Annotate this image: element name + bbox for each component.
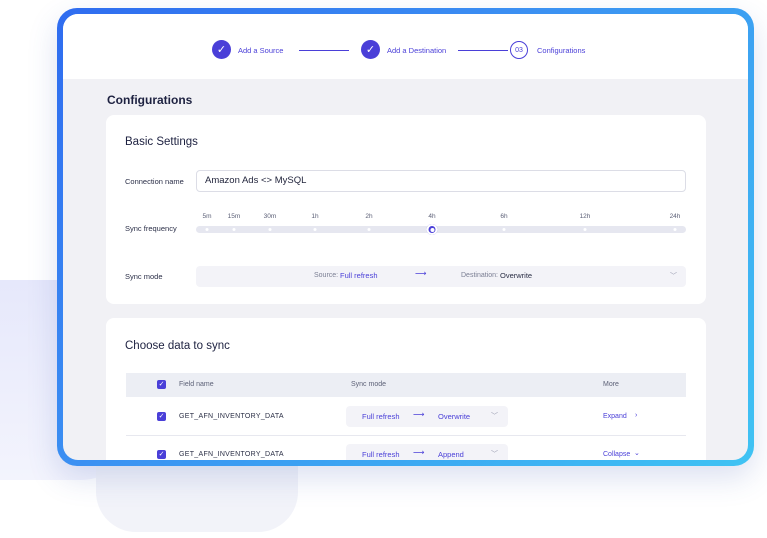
frequency-tick-label: 5m xyxy=(202,213,212,220)
frequency-tick-label: 4h xyxy=(428,213,436,220)
arrow-right-icon: ⟶ xyxy=(415,269,427,278)
frequency-tick-dot[interactable] xyxy=(268,228,272,231)
frequency-tick-label: 6h xyxy=(500,213,508,220)
expand-link[interactable]: Expand xyxy=(603,413,627,420)
chevron-down-icon[interactable]: ﹀ xyxy=(491,411,498,421)
check-icon[interactable]: ✓ xyxy=(212,40,231,59)
step-label-add-destination[interactable]: Add a Destination xyxy=(387,46,446,55)
frequency-tick-label: 15m xyxy=(227,213,241,220)
frequency-tick-dot[interactable] xyxy=(313,228,317,231)
slider-thumb[interactable] xyxy=(426,224,438,235)
frequency-tick-label: 1h xyxy=(311,213,319,220)
frequency-tick-dot[interactable] xyxy=(205,228,209,231)
frequency-tick-dot[interactable] xyxy=(367,228,371,231)
frequency-tick-dot[interactable] xyxy=(583,228,587,231)
frequency-tick-label: 24h xyxy=(669,213,681,220)
frequency-tick-label: 2h xyxy=(365,213,373,220)
frequency-tick-label: 30m xyxy=(263,213,277,220)
check-icon[interactable]: ✓ xyxy=(361,40,380,59)
sync-mode-select[interactable] xyxy=(196,266,686,287)
stepper: ✓ Add a Source ✓ Add a Destination 03 Co… xyxy=(63,14,748,79)
row-checkbox[interactable]: ✓ xyxy=(157,412,166,421)
step-label-add-source[interactable]: Add a Source xyxy=(238,46,283,55)
field-name: GET_AFN_INVENTORY_DATA xyxy=(179,413,284,420)
column-header-more[interactable]: More xyxy=(603,381,619,388)
source-mode-value: Full refresh xyxy=(340,271,378,280)
step-connector xyxy=(458,50,508,51)
column-header-field-name[interactable]: Field name xyxy=(179,381,214,388)
app-window: ✓ Add a Source ✓ Add a Destination 03 Co… xyxy=(63,14,748,460)
row-dest-mode: Append xyxy=(438,450,464,459)
row-source-mode: Full refresh xyxy=(362,412,400,421)
chevron-down-icon[interactable]: ﹀ xyxy=(491,449,498,459)
step-number-badge[interactable]: 03 xyxy=(510,41,528,59)
frequency-tick-label: 12h xyxy=(579,213,591,220)
arrow-right-icon: ⟶ xyxy=(413,410,425,419)
field-name: GET_AFN_INVENTORY_DATA xyxy=(179,451,284,458)
arrow-right-icon: ⟶ xyxy=(413,448,425,457)
app-window-frame: ✓ Add a Source ✓ Add a Destination 03 Co… xyxy=(57,8,754,466)
step-label-configurations[interactable]: Configurations xyxy=(537,46,585,55)
sync-mode-label: Sync mode xyxy=(125,272,163,281)
connection-name-label: Connection name xyxy=(125,177,184,186)
destination-prefix: Destination: xyxy=(461,272,498,279)
row-dest-mode: Overwrite xyxy=(438,412,471,421)
chevron-right-icon[interactable]: › xyxy=(635,412,637,419)
basic-settings-title: Basic Settings xyxy=(125,136,198,148)
frequency-tick-dot[interactable] xyxy=(232,228,236,231)
row-divider xyxy=(126,435,686,436)
column-header-sync-mode[interactable]: Sync mode xyxy=(351,381,386,388)
sync-frequency-label: Sync frequency xyxy=(125,224,177,233)
page-title: Configurations xyxy=(107,93,193,107)
connection-name-input[interactable]: Amazon Ads <> MySQL xyxy=(196,170,686,192)
chevron-down-icon[interactable]: ⌄ xyxy=(634,449,640,457)
select-all-checkbox[interactable]: ✓ xyxy=(157,380,166,389)
frequency-tick-dot[interactable] xyxy=(502,228,506,231)
frequency-tick-dot[interactable] xyxy=(673,228,677,231)
collapse-link[interactable]: Collapse xyxy=(603,451,630,458)
source-prefix: Source: xyxy=(314,272,339,279)
row-source-mode: Full refresh xyxy=(362,450,400,459)
chevron-down-icon[interactable]: ﹀ xyxy=(670,271,677,281)
destination-mode-value: Overwrite xyxy=(500,271,533,280)
row-checkbox[interactable]: ✓ xyxy=(157,450,166,459)
step-connector xyxy=(299,50,349,51)
choose-data-title: Choose data to sync xyxy=(125,340,230,352)
